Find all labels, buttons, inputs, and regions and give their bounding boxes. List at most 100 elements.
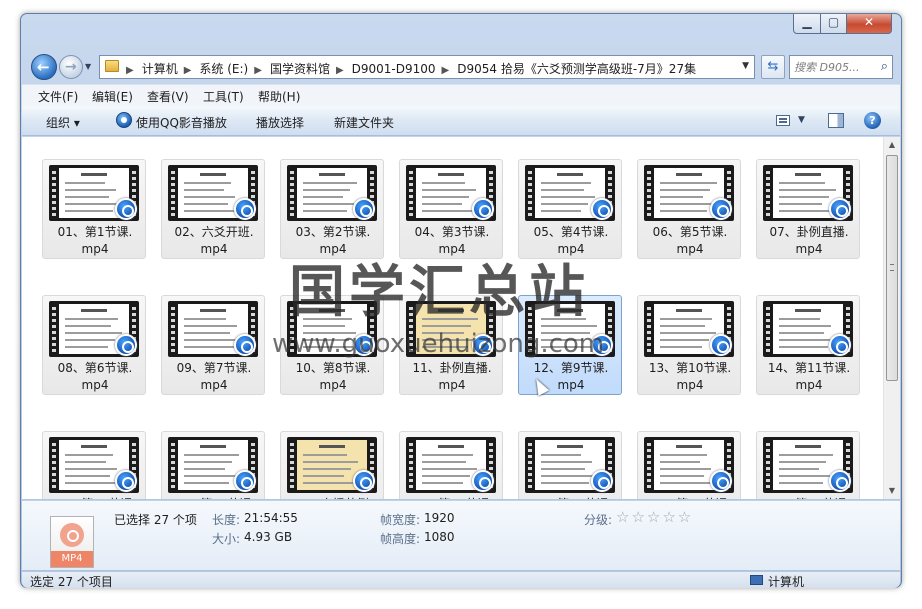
file-tile[interactable]: 21、第17节课. xyxy=(756,431,860,499)
slide-heading xyxy=(319,445,345,448)
slide-heading xyxy=(438,445,464,448)
slide-text-line xyxy=(65,468,117,470)
file-tile[interactable]: 20、第16节课. xyxy=(637,431,741,499)
file-tile[interactable]: 14、第11节课. mp4 xyxy=(756,295,860,395)
close-button[interactable]: ✕ xyxy=(846,14,892,34)
qq-player-badge-icon xyxy=(829,334,851,356)
breadcrumb-separator-icon[interactable]: ▶ xyxy=(442,65,450,76)
help-icon[interactable]: ? xyxy=(864,112,881,129)
file-tile[interactable]: 17、直播卦例. xyxy=(280,431,384,499)
qq-player-badge-icon xyxy=(710,470,732,492)
file-tile[interactable]: 01、第1节课. mp4 xyxy=(42,159,146,259)
slide-text-line xyxy=(779,461,826,463)
breadcrumb-separator-icon[interactable]: ▶ xyxy=(184,65,192,76)
slide-text-line xyxy=(660,482,715,484)
new-folder-button[interactable]: 新建文件夹 xyxy=(334,114,394,131)
file-name-line: 02、六爻开班. xyxy=(174,225,254,239)
slide-heading xyxy=(200,445,226,448)
file-tile[interactable]: 18、第14节课. xyxy=(399,431,503,499)
file-name: 16、第13节课. xyxy=(162,496,266,499)
file-name: 02、六爻开班. mp4 xyxy=(162,224,266,258)
file-tile[interactable]: 03、第2节课. mp4 xyxy=(280,159,384,259)
minimize-icon: ▁ xyxy=(802,15,812,29)
menu-help[interactable]: 帮助(H) xyxy=(258,88,300,105)
slide-text-line xyxy=(422,454,473,456)
slide-text-line xyxy=(303,454,347,456)
slide-text-line xyxy=(184,332,230,334)
file-extension-line: mp4 xyxy=(795,378,823,392)
play-with-qq-button[interactable]: 使用QQ影音播放 xyxy=(136,114,227,131)
file-tile[interactable]: 02、六爻开班. mp4 xyxy=(161,159,265,259)
qq-player-badge-icon xyxy=(472,470,494,492)
file-tile[interactable]: 08、第6节课. mp4 xyxy=(42,295,146,395)
qq-player-badge-icon xyxy=(115,198,137,220)
breadcrumb-separator-icon[interactable]: ▶ xyxy=(126,65,134,76)
vertical-scrollbar[interactable]: ▲ ▼ xyxy=(883,137,900,499)
slide-text-line xyxy=(303,189,350,191)
slide-text-line xyxy=(184,475,236,477)
file-name-line: 08、第6节课. xyxy=(57,361,133,375)
search-icon[interactable]: ⌕ xyxy=(881,59,888,74)
file-tile[interactable]: 05、第4节课. mp4 xyxy=(518,159,622,259)
recent-pages-dropdown[interactable]: ▼ xyxy=(85,62,91,71)
back-button[interactable]: ← xyxy=(31,54,57,80)
breadcrumb-computer[interactable]: 计算机 xyxy=(142,60,178,77)
minimize-button[interactable]: ▁ xyxy=(793,14,821,34)
address-bar[interactable]: ▶ 计算机 ▶ 系统 (E:) ▶ 国学资料馆 ▶ D9001-D9100 ▶ D9054 拾易《… xyxy=(99,55,755,79)
file-tile[interactable]: 15、第12节课. xyxy=(42,431,146,499)
search-box[interactable]: ⌕ xyxy=(789,55,893,79)
slide-heading xyxy=(438,173,464,176)
scroll-down-icon[interactable]: ▼ xyxy=(884,483,900,499)
slide-heading xyxy=(200,173,226,176)
breadcrumb-guoxue[interactable]: 国学资料馆 xyxy=(270,60,330,77)
organize-button[interactable]: 组织 ▾ xyxy=(46,114,80,131)
view-options-dropdown[interactable]: ▼ xyxy=(798,115,805,125)
slide-text-line xyxy=(184,454,239,456)
breadcrumb-current-folder[interactable]: D9054 拾易《六爻预测学高级班-7月》27集 xyxy=(457,60,696,77)
file-name-line: 09、第7节课. xyxy=(176,361,252,375)
maximize-icon: ▢ xyxy=(827,15,840,29)
rating-stars[interactable]: ☆☆☆☆☆ xyxy=(616,508,693,526)
slide-text-line xyxy=(184,346,234,348)
preview-pane-icon[interactable] xyxy=(828,113,844,128)
frame-width-label: 帧宽度: xyxy=(380,513,421,527)
view-options-icon[interactable] xyxy=(776,115,790,126)
forward-button[interactable]: → xyxy=(59,55,83,79)
search-input[interactable] xyxy=(794,59,874,75)
menu-edit[interactable]: 编辑(E) xyxy=(92,88,133,105)
slide-text-line xyxy=(660,468,711,470)
scroll-thumb[interactable] xyxy=(886,155,898,381)
file-name: 14、第11节课. mp4 xyxy=(757,360,861,394)
slide-heading xyxy=(795,173,821,176)
refresh-button[interactable]: ⇆ xyxy=(761,55,785,79)
menu-file[interactable]: 文件(F) xyxy=(38,88,78,105)
breadcrumb-separator-icon[interactable]: ▶ xyxy=(336,65,344,76)
file-name: 01、第1节课. mp4 xyxy=(43,224,147,258)
address-history-dropdown[interactable]: ▼ xyxy=(742,61,749,71)
breadcrumb-drive-e[interactable]: 系统 (E:) xyxy=(199,60,248,77)
file-tile[interactable]: 13、第10节课. mp4 xyxy=(637,295,741,395)
file-tile[interactable]: 16、第13节课. xyxy=(161,431,265,499)
frame-height-value: 1080 xyxy=(424,530,455,544)
status-location: 计算机 xyxy=(768,575,805,589)
menu-view[interactable]: 查看(V) xyxy=(147,88,189,105)
file-tile[interactable]: 19、第15节课. xyxy=(518,431,622,499)
scroll-up-icon[interactable]: ▲ xyxy=(884,137,900,153)
file-name: 13、第10节课. mp4 xyxy=(638,360,742,394)
play-selection-button[interactable]: 播放选择 xyxy=(256,114,304,131)
file-tile[interactable]: 07、卦例直播. mp4 xyxy=(756,159,860,259)
maximize-button[interactable]: ▢ xyxy=(820,14,847,34)
slide-text-line xyxy=(779,346,828,348)
file-tile[interactable]: 09、第7节课. mp4 xyxy=(161,295,265,395)
menu-tools[interactable]: 工具(T) xyxy=(203,88,244,105)
file-tile[interactable]: 06、第5节课. mp4 xyxy=(637,159,741,259)
slide-text-line xyxy=(303,182,357,184)
file-tile[interactable]: 04、第3节课. mp4 xyxy=(399,159,503,259)
breadcrumb-d9001[interactable]: D9001-D9100 xyxy=(352,62,436,76)
slide-text-line xyxy=(779,332,824,334)
slide-text-line xyxy=(660,332,716,334)
slide-text-line xyxy=(65,332,122,334)
breadcrumb-separator-icon[interactable]: ▶ xyxy=(254,65,262,76)
slide-text-line xyxy=(422,482,463,484)
slide-text-line xyxy=(422,189,476,191)
